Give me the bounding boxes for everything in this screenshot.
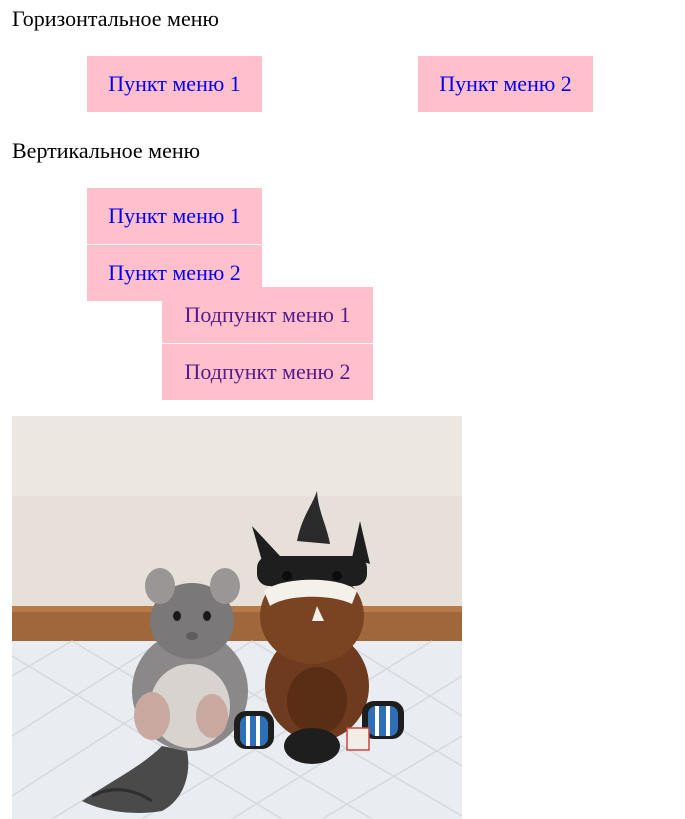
vertical-menu-item-1[interactable]: Пункт меню 1 [87, 188, 262, 244]
horizontal-menu-title: Горизонтальное меню [12, 6, 219, 31]
submenu-item-1[interactable]: Подпункт меню 1 [162, 287, 373, 343]
submenu-item-2[interactable]: Подпункт меню 2 [162, 344, 373, 400]
horizontal-menu-item-2[interactable]: Пункт меню 2 [418, 56, 593, 112]
chinchilla-plush-photo [12, 416, 462, 819]
vertical-menu-title: Вертикальное меню [12, 138, 201, 163]
horizontal-menu-item-1[interactable]: Пункт меню 1 [87, 56, 262, 112]
page: Горизонтальное меню Пункт меню 1 Пункт м… [0, 0, 685, 819]
